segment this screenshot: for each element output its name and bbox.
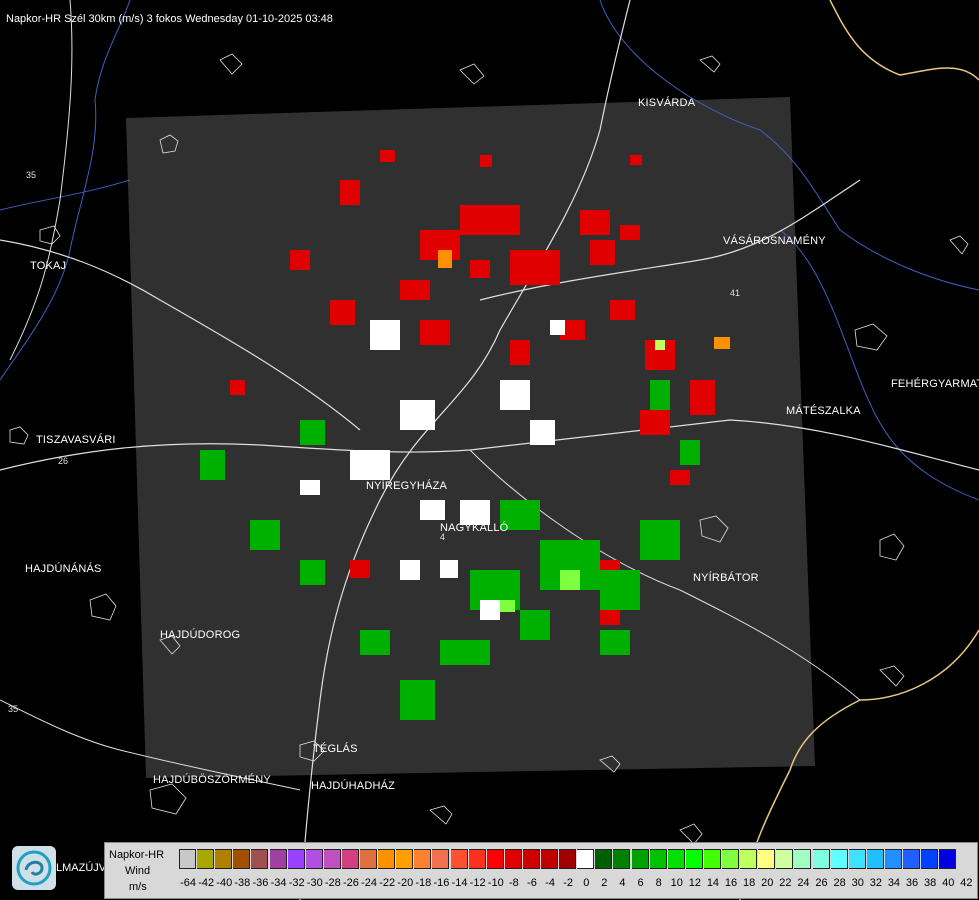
legend-swatch [884,849,902,869]
logo-icon [12,846,56,890]
town-label-hajduboszormeny: HAJDÚBÖSZÖRMÉNY [153,774,271,786]
legend-swatch [287,849,305,869]
legend-swatch [703,849,721,869]
legend-swatch [667,849,685,869]
road-number: 35 [26,170,36,180]
town-label-fehergyarmat: FEHÉRGYARMAT [891,378,979,390]
legend-unit: m/s [129,881,147,893]
legend-swatch [631,849,649,869]
town-label-hajdunanas: HAJDÚNÁNÁS [25,563,102,575]
legend-swatch [830,849,848,869]
legend-swatch [812,849,830,869]
legend-swatch [360,849,377,869]
legend-swatch [794,849,812,869]
color-legend: Napkor-HR Wind m/s -64 -42 -40 -38 -36 -34 -32… [104,842,978,899]
legend-swatch [577,849,595,869]
legend-swatch [269,849,287,869]
radar-map[interactable]: 35 26 4 41 35 [0,0,979,900]
river-line [0,179,131,211]
town-label-hajduhadhaz: HAJDÚHADHÁZ [311,780,396,792]
radar-coverage-area [126,97,815,778]
legend-swatch [378,849,396,869]
legend-swatch [233,849,251,869]
town-label-tiszavasvari: TISZAVASVÁRI [36,434,116,446]
road-number: 35 [8,704,18,714]
legend-swatch [179,849,196,869]
town-label-mateszalka: MÁTÉSZALKA [786,405,861,417]
road-number: 41 [730,288,740,298]
town-label-teglas: TÉGLÁS [313,743,358,755]
legend-swatch [341,849,359,869]
road-number: 26 [58,456,68,466]
town-label-tokaj: TOKAJ [30,260,67,272]
legend-swatch [396,849,414,869]
road-line [9,0,73,361]
legend-tick-label: 42 [960,877,973,889]
legend-swatch [468,849,486,869]
county-border-line [829,0,979,81]
legend-swatch [197,849,215,869]
river-line [779,229,979,501]
legend-swatch [414,849,432,869]
legend-swatch [595,849,613,869]
legend-swatch [903,849,920,869]
river-line [0,0,131,381]
legend-label: Napkor-HR Wind m/s [105,843,175,900]
legend-variable: Wind [125,865,151,877]
legend-swatch [613,849,631,869]
legend-swatch [504,849,522,869]
town-label-hajdudorog: HAJDÚDOROG [160,629,241,641]
legend-title: Napkor-HR [109,849,165,861]
town-label-nyirbator: NYÍRBÁTOR [693,572,759,584]
legend-swatch [251,849,269,869]
legend-swatch [215,849,233,869]
legend-swatch [486,849,504,869]
legend-swatch [776,849,794,869]
legend-swatch [722,849,739,869]
legend-swatch [939,849,957,869]
town-label-nagykallo: NAGYKÁLLÓ [440,522,509,534]
legend-swatch [541,849,558,869]
town-label-vasarosnameny: VÁSÁROSNAMÉNY [723,235,826,247]
legend-swatch [649,849,667,869]
legend-swatch [866,849,884,869]
legend-swatch [559,849,577,869]
town-label-kisvarda: KISVÁRDA [638,97,696,109]
legend-swatch [450,849,468,869]
legend-swatch [432,849,450,869]
legend-swatch [848,849,866,869]
legend-swatch [758,849,776,869]
town-label-nyiregyhaza: NYÍREGYHÁZA [366,480,448,492]
legend-swatch [740,849,758,869]
legend-swatch [685,849,703,869]
legend-swatch [305,849,323,869]
map-title: Napkor-HR Szél 30km (m/s) 3 fokos Wednes… [6,13,333,25]
legend-swatch [522,849,540,869]
legend-swatch [921,849,939,869]
legend-swatch [323,849,341,869]
